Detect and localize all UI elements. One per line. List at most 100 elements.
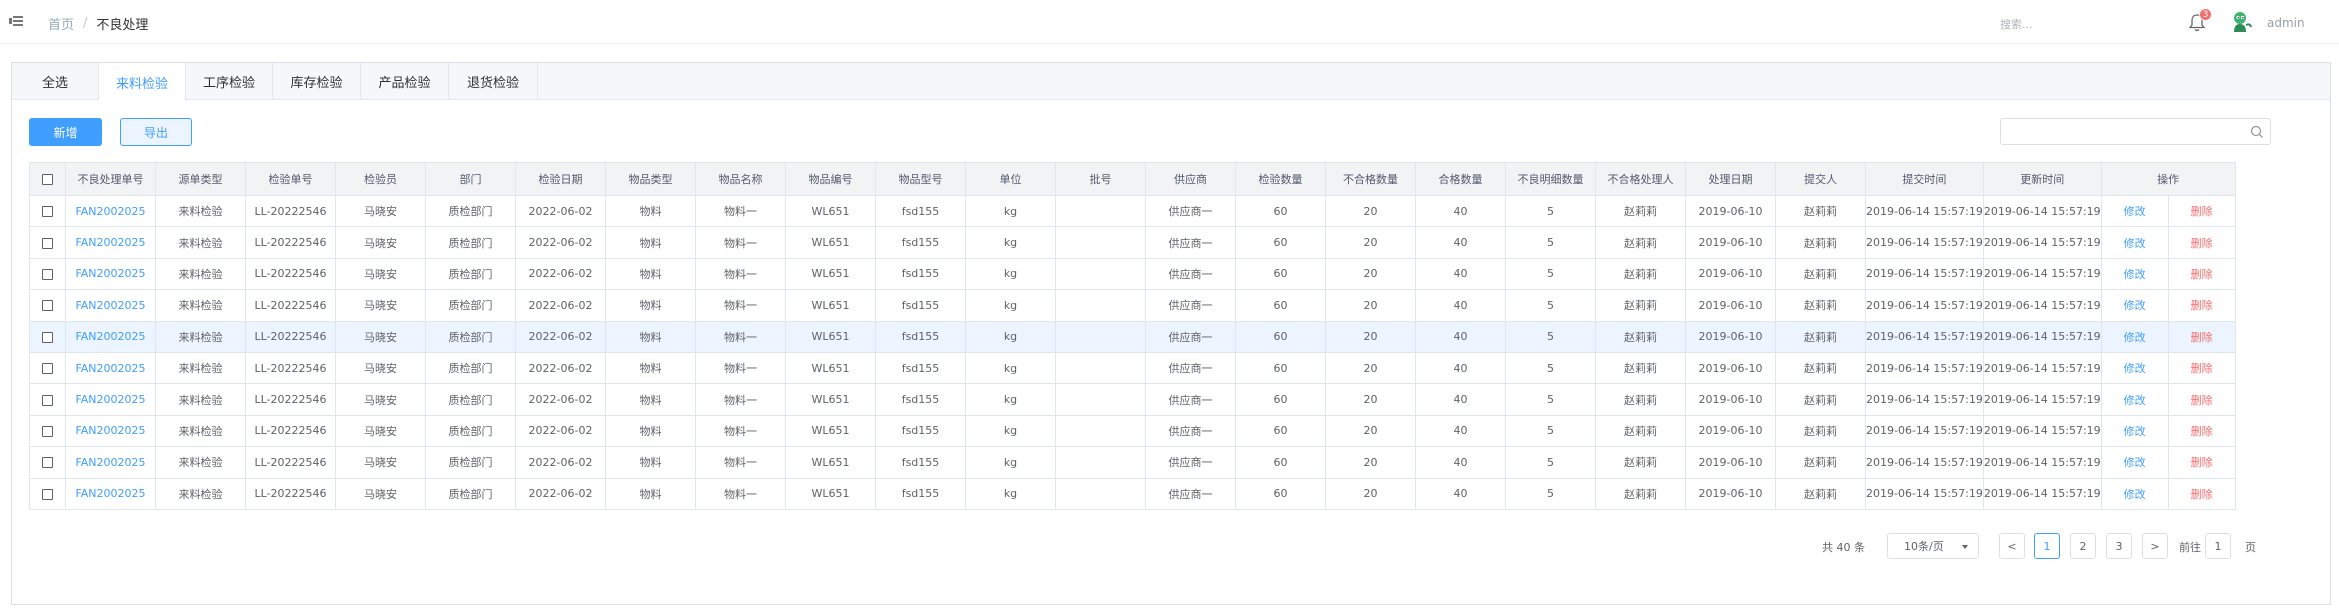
delete-button[interactable]: 删除 (2167, 194, 2236, 228)
delete-button[interactable]: 删除 (2167, 477, 2236, 510)
add-button[interactable]: 新增 (29, 118, 102, 146)
row-checkbox[interactable] (42, 394, 53, 406)
edit-button[interactable]: 修改 (2100, 226, 2169, 259)
row-checkbox[interactable] (42, 237, 53, 249)
export-button[interactable]: 导出 (120, 118, 192, 146)
avatar[interactable] (2229, 10, 2253, 34)
tab-product-inspection[interactable]: 产品检验 (361, 63, 449, 100)
table-cell: 40 (1415, 257, 1506, 291)
row-checkbox[interactable] (42, 363, 53, 375)
defect-order-link[interactable]: FAN2002025 (65, 289, 156, 322)
column-header: 检验数量 (1235, 162, 1326, 196)
table-cell: 40 (1415, 477, 1506, 510)
row-checkbox[interactable] (42, 488, 53, 500)
defect-order-link[interactable]: FAN2002025 (65, 414, 156, 448)
edit-button[interactable]: 修改 (2100, 257, 2169, 291)
page-button-3[interactable]: 3 (2106, 533, 2132, 559)
table-cell: 60 (1235, 351, 1326, 385)
edit-button[interactable]: 修改 (2100, 446, 2169, 479)
edit-button[interactable]: 修改 (2100, 383, 2169, 416)
table-cell: 2019-06-14 15:57:19 (1865, 446, 1984, 479)
defect-order-link[interactable]: FAN2002025 (65, 351, 156, 385)
delete-button[interactable]: 删除 (2167, 414, 2236, 448)
table-row[interactable]: FAN2002025 来料检验 LL-20222546 马晓安 质检部门 2022-06-… (29, 446, 2236, 479)
table-cell: 60 (1235, 383, 1326, 416)
notification-bell-icon[interactable]: 3 (2188, 8, 2212, 33)
column-header-actions: 操作 (2100, 162, 2236, 196)
table-cell: 2019-06-14 15:57:19 (1982, 383, 2102, 416)
table-cell: 2019-06-14 15:57:19 (1982, 226, 2102, 259)
table-row[interactable]: FAN2002025 来料检验 LL-20222546 马晓安 质检部门 2022-06-… (29, 194, 2236, 228)
delete-button[interactable]: 删除 (2167, 446, 2236, 479)
defect-order-link[interactable]: FAN2002025 (65, 320, 156, 353)
table-row[interactable]: FAN2002025 来料检验 LL-20222546 马晓安 质检部门 2022-06-… (29, 414, 2236, 448)
row-checkbox[interactable] (42, 331, 53, 343)
defect-order-link[interactable]: FAN2002025 (65, 446, 156, 479)
table-cell: WL651 (785, 446, 876, 479)
delete-button[interactable]: 删除 (2167, 351, 2236, 385)
table-cell: 2022-06-02 (515, 320, 606, 353)
select-all-checkbox[interactable] (42, 174, 53, 185)
table-row[interactable]: FAN2002025 来料检验 LL-20222546 马晓安 质检部门 2022-06-… (29, 477, 2236, 510)
table-cell: 20 (1325, 351, 1416, 385)
edit-button[interactable]: 修改 (2100, 351, 2169, 385)
tab-stock-inspection[interactable]: 库存检验 (273, 63, 361, 100)
defect-order-link[interactable]: FAN2002025 (65, 194, 156, 228)
tab-return-inspection[interactable]: 退货检验 (449, 63, 538, 100)
table-row[interactable]: FAN2002025 来料检验 LL-20222546 马晓安 质检部门 2022-06-… (29, 320, 2236, 353)
delete-button[interactable]: 删除 (2167, 226, 2236, 259)
edit-button[interactable]: 修改 (2100, 194, 2169, 228)
tab-all[interactable]: 全选 (12, 63, 99, 100)
next-page-button[interactable]: > (2142, 533, 2168, 559)
page-button-2[interactable]: 2 (2070, 533, 2096, 559)
row-checkbox[interactable] (42, 268, 53, 280)
edit-button[interactable]: 修改 (2100, 320, 2169, 353)
table-row[interactable]: FAN2002025 来料检验 LL-20222546 马晓安 质检部门 2022-06-… (29, 289, 2236, 322)
breadcrumb-home[interactable]: 首页 (48, 14, 74, 33)
goto-page-input[interactable]: 1 (2205, 533, 2231, 559)
table-row[interactable]: FAN2002025 来料检验 LL-20222546 马晓安 质检部门 2022-06-… (29, 351, 2236, 385)
delete-button[interactable]: 删除 (2167, 289, 2236, 322)
table-cell: 2019-06-14 15:57:19 (1982, 477, 2102, 510)
table-row[interactable]: FAN2002025 来料检验 LL-20222546 马晓安 质检部门 2022-06-… (29, 226, 2236, 259)
table-search-input[interactable] (2000, 118, 2271, 145)
defect-order-link[interactable]: FAN2002025 (65, 257, 156, 291)
defect-order-link[interactable]: FAN2002025 (65, 226, 156, 259)
delete-button[interactable]: 删除 (2167, 257, 2236, 291)
column-header: 提交人 (1775, 162, 1866, 196)
row-checkbox[interactable] (42, 457, 53, 469)
username[interactable]: admin (2267, 16, 2305, 30)
edit-button[interactable]: 修改 (2100, 477, 2169, 510)
search-icon[interactable] (2250, 125, 2264, 139)
menu-toggle-icon[interactable] (9, 15, 23, 27)
table-cell: 2019-06-14 15:57:19 (1865, 477, 1984, 510)
defect-order-link[interactable]: FAN2002025 (65, 383, 156, 416)
row-checkbox[interactable] (42, 206, 53, 218)
table-cell (1055, 289, 1146, 322)
page-button-1[interactable]: 1 (2034, 533, 2060, 559)
table-cell: 20 (1325, 383, 1416, 416)
tab-incoming-inspection[interactable]: 来料检验 (99, 63, 186, 101)
table-row[interactable]: FAN2002025 来料检验 LL-20222546 马晓安 质检部门 2022-06-… (29, 257, 2236, 291)
edit-button[interactable]: 修改 (2100, 414, 2169, 448)
table-cell: 供应商一 (1145, 226, 1236, 259)
table-cell: 质检部门 (425, 446, 516, 479)
table-cell: 20 (1325, 194, 1416, 228)
breadcrumb-current: 不良处理 (96, 18, 149, 33)
chevron-down-icon (1962, 545, 1968, 549)
row-checkbox[interactable] (42, 425, 53, 437)
table-cell (1055, 446, 1146, 479)
header-search-input[interactable]: 搜索... (2000, 16, 2150, 32)
page-size-select[interactable]: 10条/页 (1887, 533, 1979, 559)
row-checkbox[interactable] (42, 300, 53, 312)
row-select-cell (29, 351, 66, 385)
prev-page-button[interactable]: < (1999, 533, 2025, 559)
tab-process-inspection[interactable]: 工序检验 (186, 63, 273, 100)
delete-button[interactable]: 删除 (2167, 383, 2236, 416)
table-cell: 来料检验 (155, 446, 246, 479)
delete-button[interactable]: 删除 (2167, 320, 2236, 353)
edit-button[interactable]: 修改 (2100, 289, 2169, 322)
table-row[interactable]: FAN2002025 来料检验 LL-20222546 马晓安 质检部门 2022-06-… (29, 383, 2236, 416)
defect-order-link[interactable]: FAN2002025 (65, 477, 156, 510)
table-cell: 赵莉莉 (1595, 446, 1686, 479)
